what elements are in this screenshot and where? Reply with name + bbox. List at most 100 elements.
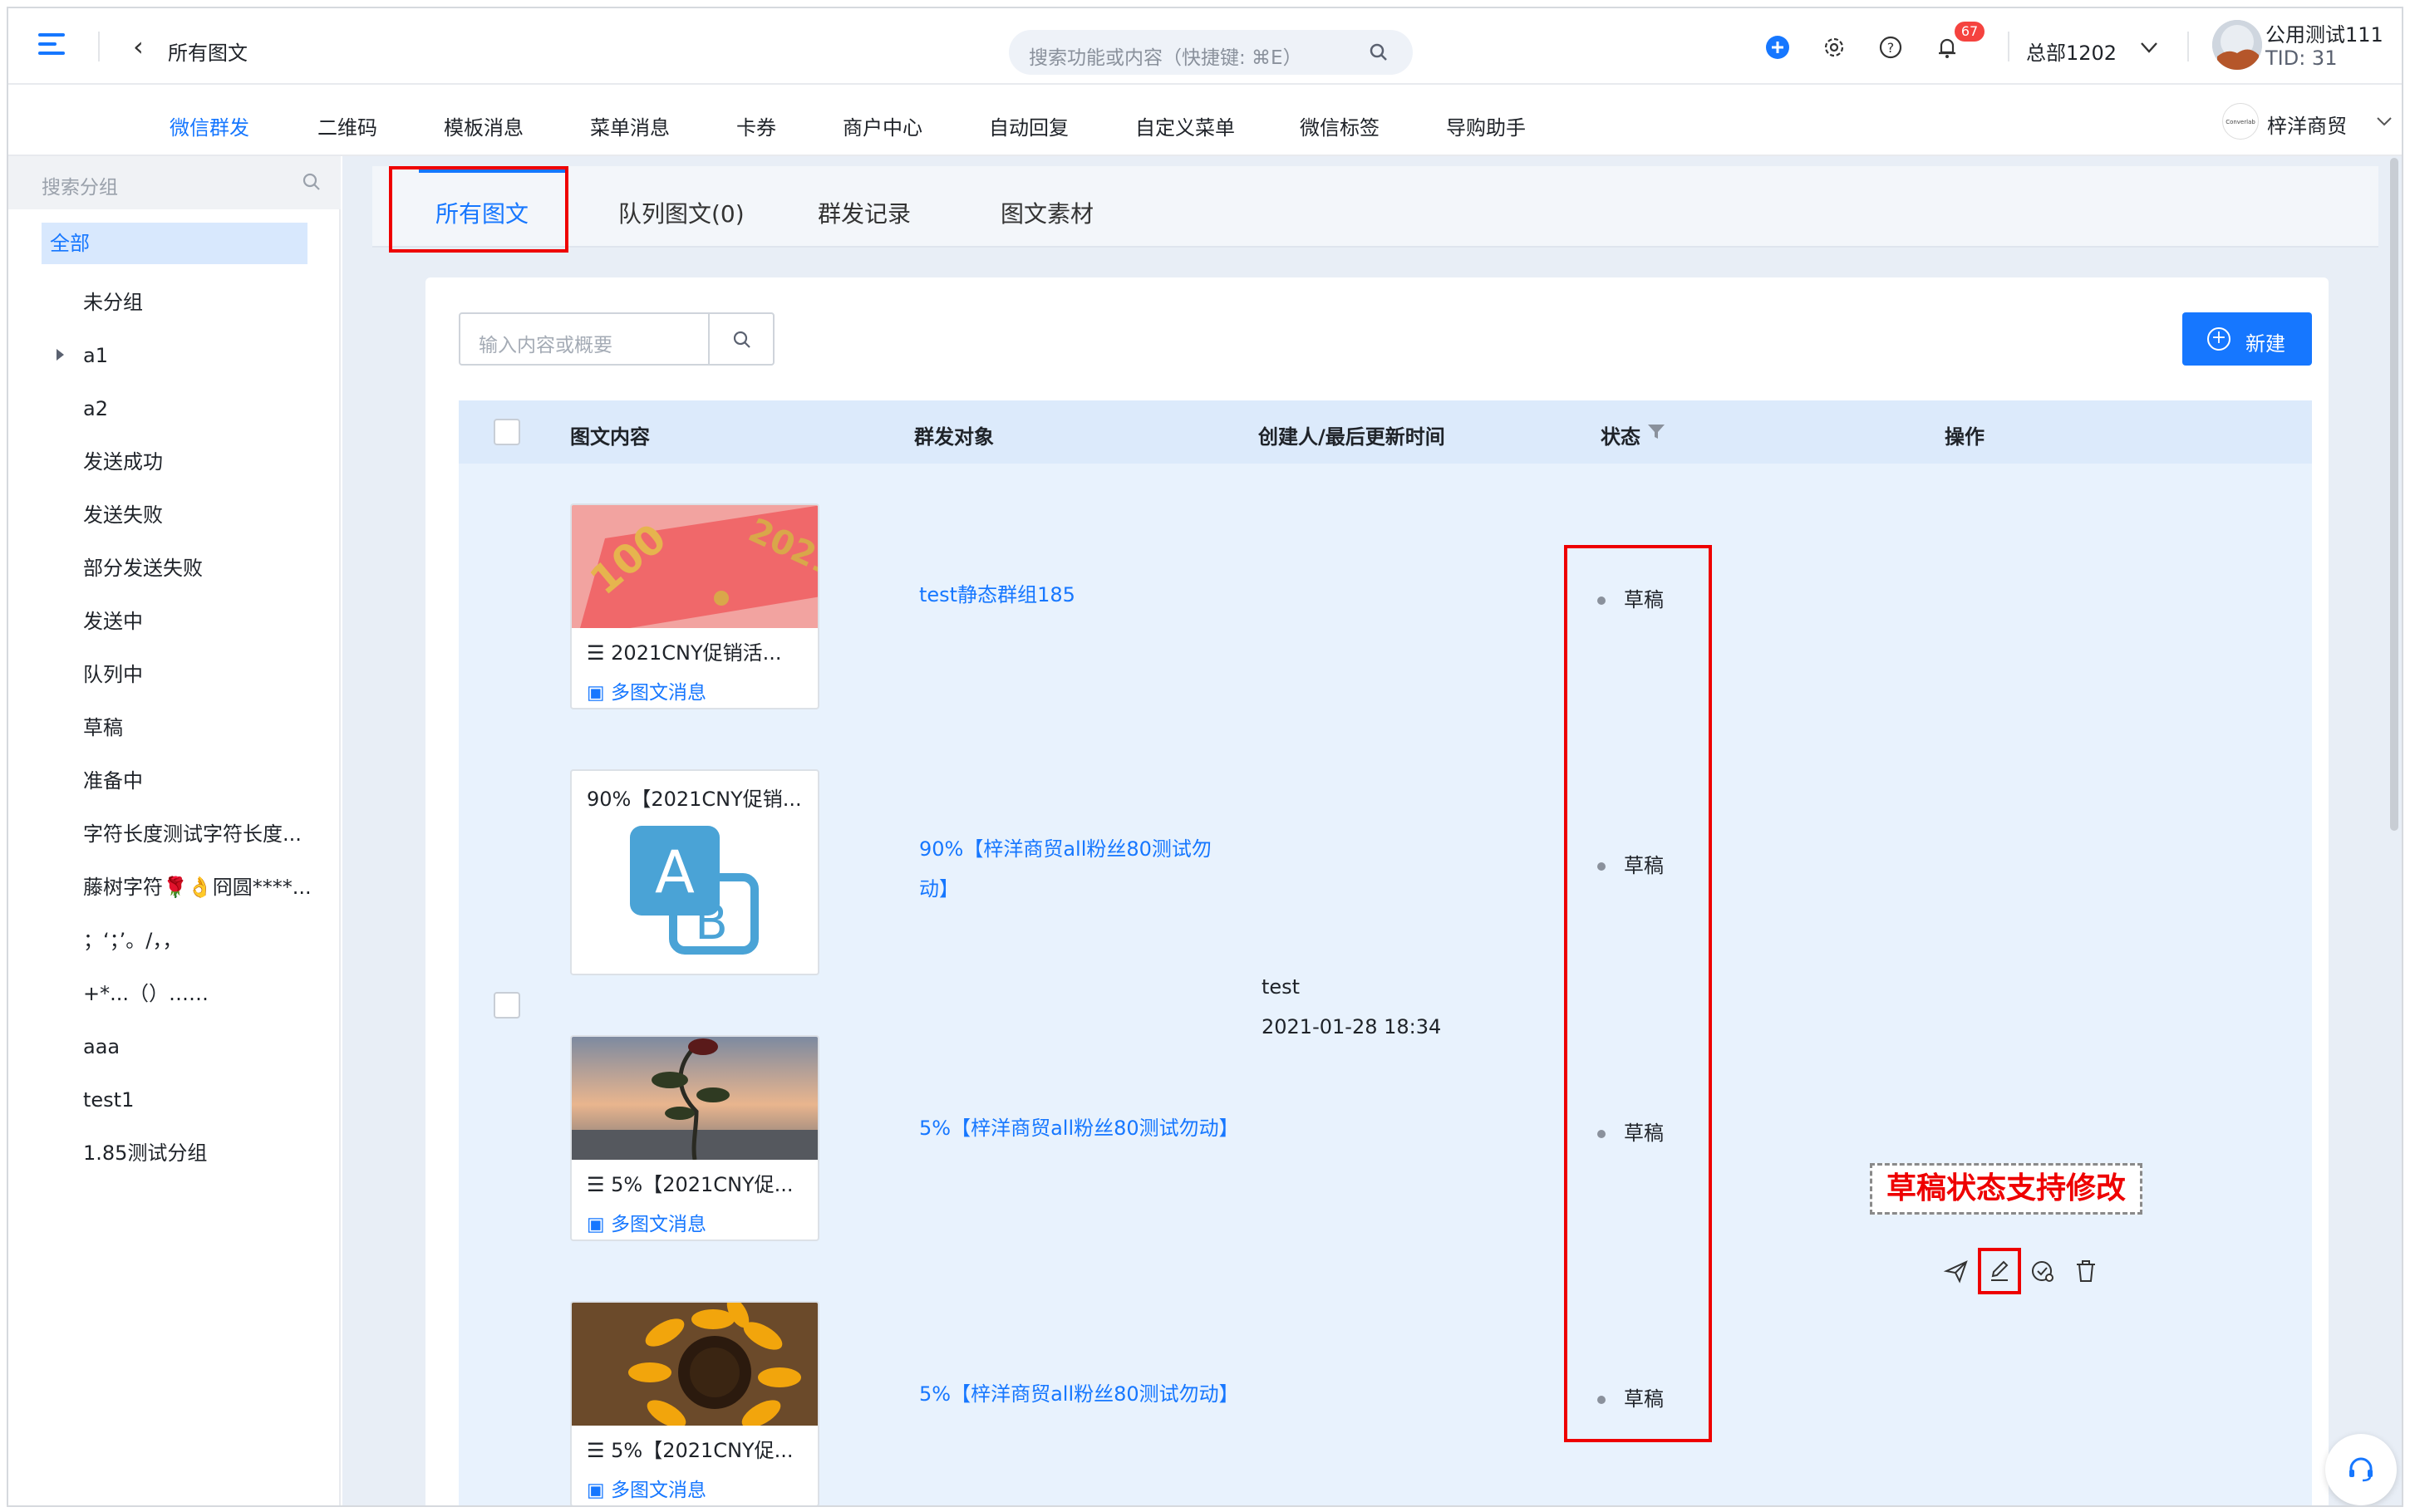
group-item[interactable]: 发送失败 xyxy=(8,488,341,542)
org-selector[interactable]: 总部1202 xyxy=(2026,37,2117,66)
image-icon: ▣ xyxy=(587,682,605,704)
article-title-text: 5%【2021CNY促... xyxy=(611,1439,794,1462)
article-type-text: 多图文消息 xyxy=(611,1214,707,1235)
group-item[interactable]: ；‘；’。/，， xyxy=(8,914,341,967)
column-header-actions: 操作 xyxy=(1945,425,1985,449)
search-icon xyxy=(1370,43,1387,61)
group-sidebar: 搜索分组 全部 未分组 a1 a2 发送成功 发送失败 部分发送失败 发送中 队… xyxy=(8,156,341,1505)
article-type[interactable]: ▣ 多图文消息 xyxy=(587,1474,706,1502)
broadcast-target[interactable]: 90%【梓洋商贸all粉丝80测试勿 动】 xyxy=(919,829,1212,909)
broadcast-target[interactable]: test静态群组185 xyxy=(919,575,1075,615)
group-item[interactable]: 1.85测试分组 xyxy=(8,1127,341,1180)
avatar[interactable] xyxy=(2212,20,2262,70)
svg-text:?: ? xyxy=(1887,40,1895,56)
back-icon[interactable]: ‹ xyxy=(133,33,144,60)
image-icon: ▣ xyxy=(587,1214,605,1235)
nav-item-menu-message[interactable]: 菜单消息 xyxy=(590,111,670,140)
annotation-label: 草稿状态支持修改 xyxy=(1870,1163,2142,1215)
article-thumbnail[interactable]: ☰ 5%【2021CNY促... ▣ 多图文消息 xyxy=(570,1301,819,1505)
account-name: 公用测试111 xyxy=(2265,23,2383,47)
chevron-down-icon[interactable] xyxy=(2375,113,2393,130)
broadcast-target[interactable]: 5%【梓洋商贸all粉丝80测试勿动】 xyxy=(919,1374,1239,1414)
group-item[interactable]: 队列中 xyxy=(8,648,341,701)
group-item[interactable]: 草稿 xyxy=(8,701,341,754)
search-icon xyxy=(733,331,750,348)
column-header-status: 状态 xyxy=(1601,425,1640,449)
add-circle-icon[interactable] xyxy=(1765,35,1790,60)
group-item[interactable]: 部分发送失败 xyxy=(8,542,341,595)
menu-icon[interactable] xyxy=(38,33,65,58)
bell-icon[interactable] xyxy=(1935,35,1960,60)
article-type-text: 多图文消息 xyxy=(611,1480,707,1501)
group-item[interactable]: 藤树字符🌹👌冏圆****... xyxy=(8,861,341,914)
group-search-input[interactable]: 搜索分组 xyxy=(8,156,341,209)
nav-item-shopping-guide[interactable]: 导购助手 xyxy=(1446,111,1526,140)
nav-item-qrcode[interactable]: 二维码 xyxy=(317,111,377,140)
group-item[interactable]: +*...（）…… xyxy=(8,967,341,1020)
tab-broadcast-records[interactable]: 群发记录 xyxy=(818,196,911,229)
help-icon[interactable]: ? xyxy=(1878,35,1903,60)
group-item-all[interactable]: 全部 xyxy=(42,223,307,264)
group-item[interactable]: 未分组 xyxy=(8,276,341,329)
group-item[interactable]: 字符长度测试字符长度... xyxy=(8,808,341,861)
status-text: 草稿 xyxy=(1624,588,1664,611)
status-text: 草稿 xyxy=(1624,854,1664,877)
group-item[interactable]: a1 xyxy=(8,329,341,382)
preview-icon[interactable] xyxy=(2029,1258,2056,1284)
group-item[interactable]: 准备中 xyxy=(8,754,341,808)
article-type[interactable]: ▣ 多图文消息 xyxy=(587,1208,706,1236)
article-thumbnail[interactable]: 90%【2021CNY促销... BA xyxy=(570,769,819,975)
row-checkbox[interactable] xyxy=(494,992,520,1019)
nav-item-merchant-center[interactable]: 商户中心 xyxy=(843,111,922,140)
filter-icon[interactable] xyxy=(1647,424,1665,440)
broadcast-target[interactable]: 5%【梓洋商贸all粉丝80测试勿动】 xyxy=(919,1108,1239,1148)
new-article-button[interactable]: + 新建 xyxy=(2182,312,2312,366)
svg-text:A: A xyxy=(655,838,695,906)
group-item[interactable]: 发送成功 xyxy=(8,435,341,488)
page-title: 所有图文 xyxy=(168,42,248,65)
nav-item-auto-reply[interactable]: 自动回复 xyxy=(989,111,1069,140)
article-type[interactable]: ▣ 多图文消息 xyxy=(587,676,706,704)
article-card: 输入内容或概要 + 新建 图文内容 群发对象 创建人/最后更新时间 状态 操作 xyxy=(425,277,2329,1505)
support-button[interactable] xyxy=(2325,1434,2397,1505)
group-search-placeholder: 搜索分组 xyxy=(42,177,118,199)
active-tab-indicator xyxy=(419,169,565,173)
highlight-box-status xyxy=(1564,545,1712,1442)
edit-icon[interactable] xyxy=(1986,1258,2013,1284)
account-info[interactable]: 公用测试111 TID: 31 xyxy=(2265,23,2383,70)
gear-icon[interactable] xyxy=(1822,35,1847,60)
nav-item-wechat-tags[interactable]: 微信标签 xyxy=(1300,111,1380,140)
scrollbar[interactable] xyxy=(2390,158,2398,831)
group-item[interactable]: 发送中 xyxy=(8,595,341,648)
brand-selector[interactable]: 梓洋商贸 xyxy=(2267,110,2347,139)
top-bar: ‹ 所有图文 搜索功能或内容（快捷键: ⌘E） ? 67 总部1202 公用测试… xyxy=(8,8,2402,85)
tab-queued-articles[interactable]: 队列图文(0) xyxy=(618,196,745,229)
send-icon[interactable] xyxy=(1943,1258,1970,1284)
nav-item-coupons[interactable]: 卡券 xyxy=(736,111,776,140)
cover-image: 2021 100 xyxy=(572,505,818,628)
global-search-input[interactable]: 搜索功能或内容（快捷键: ⌘E） xyxy=(1009,30,1413,75)
article-thumbnail[interactable]: 2021 100 ☰ 2021CNY促销活... ▣ 多图文消息 xyxy=(570,503,819,709)
divider xyxy=(2008,32,2009,61)
group-list: 全部 未分组 a1 a2 发送成功 发送失败 部分发送失败 发送中 队列中 草稿… xyxy=(8,223,341,1180)
tab-article-materials[interactable]: 图文素材 xyxy=(1001,196,1094,229)
group-item[interactable]: test1 xyxy=(8,1073,341,1127)
nav-item-template-message[interactable]: 模板消息 xyxy=(444,111,524,140)
nav-item-wechat-broadcast[interactable]: 微信群发 xyxy=(170,111,249,140)
delete-icon[interactable] xyxy=(2073,1258,2099,1284)
tab-bar: 所有图文 队列图文(0) 群发记录 图文素材 xyxy=(372,166,2378,248)
brand-logo: Converlab xyxy=(2222,103,2259,140)
select-all-checkbox[interactable] xyxy=(494,419,520,445)
article-title: ☰ 5%【2021CNY促... xyxy=(587,1439,794,1462)
tab-all-articles[interactable]: 所有图文 xyxy=(435,196,529,229)
content-search-button[interactable] xyxy=(708,312,775,366)
chevron-down-icon[interactable] xyxy=(2139,38,2159,56)
caret-right-icon[interactable] xyxy=(57,349,64,361)
group-item[interactable]: a2 xyxy=(8,382,341,435)
article-thumbnail[interactable]: ☰ 5%【2021CNY促... ▣ 多图文消息 xyxy=(570,1035,819,1241)
group-item[interactable]: aaa xyxy=(8,1020,341,1073)
cover-image xyxy=(572,1303,818,1426)
content-search-input[interactable]: 输入内容或概要 xyxy=(459,312,710,366)
nav-item-custom-menu[interactable]: 自定义菜单 xyxy=(1135,111,1235,140)
cover-image xyxy=(572,1037,818,1160)
